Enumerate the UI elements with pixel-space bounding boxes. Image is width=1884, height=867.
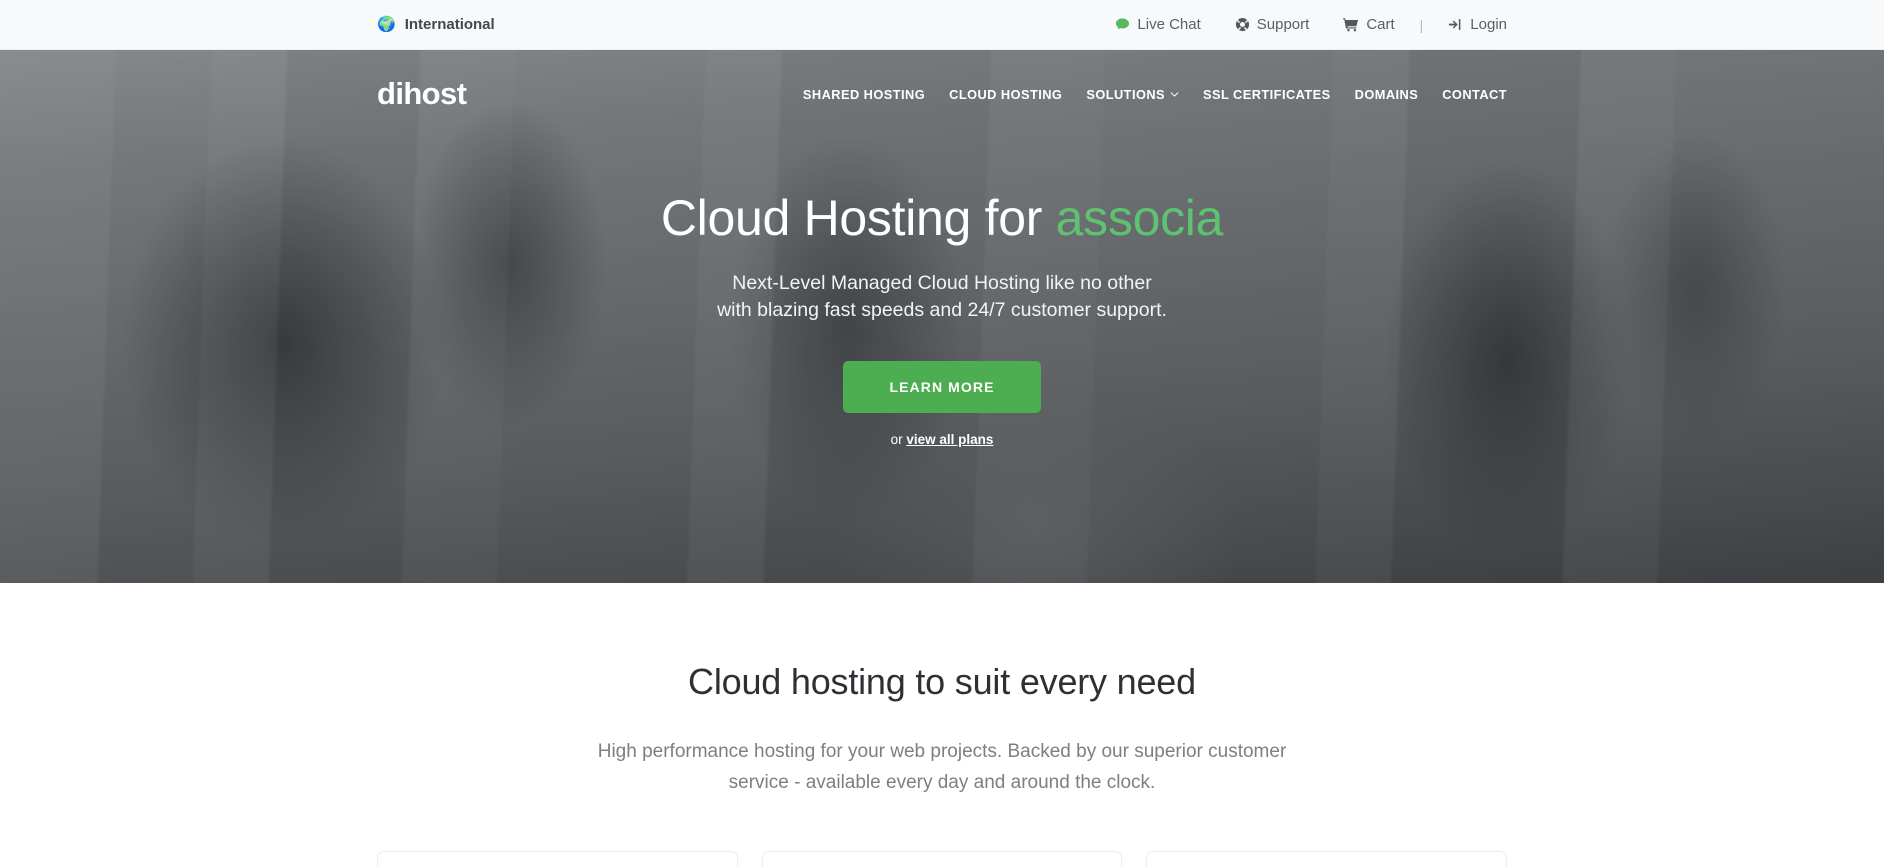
globe-icon: 🌍: [377, 16, 396, 33]
chevron-down-icon: [1170, 91, 1179, 100]
nav-item-solutions[interactable]: SOLUTIONS: [1074, 87, 1191, 102]
hero-section: dihost SHARED HOSTING CLOUD HOSTING SOLU…: [0, 50, 1884, 583]
site-logo[interactable]: dihost: [377, 76, 467, 112]
login-label: Login: [1470, 16, 1507, 33]
nav-label-cloud-hosting: CLOUD HOSTING: [949, 86, 1063, 102]
nav-item-domains[interactable]: DOMAINS: [1343, 87, 1431, 102]
learn-more-button[interactable]: LEARN MORE: [843, 360, 1041, 413]
top-utility-links: Live Chat Support Cart | Login: [1098, 16, 1507, 33]
lifebuoy-icon: [1235, 17, 1250, 32]
hero-headline-typed: associa: [1055, 190, 1224, 246]
international-label: International: [404, 16, 495, 33]
section-title: Cloud hosting to suit every need: [688, 661, 1196, 702]
international-selector[interactable]: 🌍 International: [377, 16, 495, 33]
support-label: Support: [1256, 16, 1310, 33]
nav-item-cloud-hosting[interactable]: CLOUD HOSTING: [937, 87, 1074, 102]
nav-label-shared-hosting: SHARED HOSTING: [802, 86, 926, 102]
live-chat-link[interactable]: Live Chat: [1098, 16, 1217, 33]
plan-cards-row: [377, 850, 1508, 867]
nav-label-ssl-certificates: SSL CERTIFICATES: [1203, 86, 1331, 102]
plan-card-1[interactable]: [377, 850, 738, 867]
hero-subheadline: Next-Level Managed Cloud Hosting like no…: [0, 270, 1884, 325]
main-nav-links: SHARED HOSTING CLOUD HOSTING SOLUTIONS S…: [791, 87, 1507, 102]
view-all-plans-link[interactable]: view all plans: [906, 432, 993, 447]
main-navigation-bar: dihost SHARED HOSTING CLOUD HOSTING SOLU…: [377, 50, 1507, 138]
plan-card-2[interactable]: [761, 850, 1123, 867]
view-all-plans-prefix: or: [890, 431, 907, 447]
top-utility-bar: 🌍 International Live Chat Support Cart |…: [0, 0, 1884, 50]
nav-label-solutions: SOLUTIONS: [1086, 86, 1166, 102]
nav-label-domains: DOMAINS: [1354, 86, 1419, 102]
view-all-plans-line: or view all plans: [0, 432, 1884, 447]
chat-bubble-icon: [1115, 17, 1130, 32]
shopping-cart-icon: [1343, 17, 1359, 32]
hero-subheadline-line1: Next-Level Managed Cloud Hosting like no…: [732, 271, 1152, 294]
cart-link[interactable]: Cart: [1326, 16, 1411, 33]
sign-in-icon: [1448, 17, 1463, 32]
hero-subheadline-line2: with blazing fast speeds and 24/7 custom…: [717, 299, 1167, 322]
nav-item-shared-hosting[interactable]: SHARED HOSTING: [791, 87, 937, 102]
topbar-separator: |: [1419, 16, 1424, 33]
plan-card-3[interactable]: [1146, 850, 1508, 867]
support-link[interactable]: Support: [1218, 16, 1327, 33]
hero-headline: Cloud Hosting for associa: [0, 190, 1884, 248]
cloud-hosting-section: Cloud hosting to suit every need High pe…: [0, 583, 1884, 867]
section-subtitle: High performance hosting for your web pr…: [592, 737, 1292, 799]
nav-label-contact: CONTACT: [1442, 86, 1507, 102]
nav-item-ssl-certificates[interactable]: SSL CERTIFICATES: [1191, 87, 1343, 102]
live-chat-label: Live Chat: [1137, 16, 1201, 33]
cart-label: Cart: [1366, 16, 1395, 33]
hero-copy: Cloud Hosting for associa Next-Level Man…: [0, 190, 1884, 447]
section-subtitle-line1: High performance hosting for your web pr…: [597, 741, 1203, 762]
login-link[interactable]: Login: [1431, 16, 1507, 33]
nav-item-contact[interactable]: CONTACT: [1430, 87, 1507, 102]
hero-headline-static: Cloud Hosting for: [660, 190, 1056, 246]
